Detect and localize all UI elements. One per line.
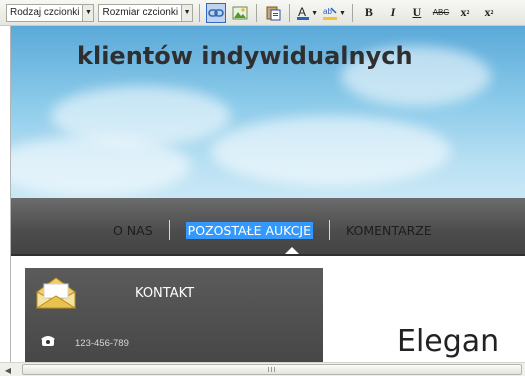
phone-icon xyxy=(41,336,55,346)
nav-item-komentarze[interactable]: KOMENTARZE xyxy=(346,223,432,238)
editor-toolbar: Rodzaj czcionki ▼ Rozmiar czcionki ▼ A ▼… xyxy=(0,0,525,26)
font-family-select[interactable]: Rodzaj czcionki ▼ xyxy=(6,3,95,22)
cloud-shape xyxy=(11,136,191,196)
chevron-down-icon[interactable]: ▼ xyxy=(181,4,193,21)
horizontal-scrollbar[interactable]: ◀ III xyxy=(0,362,525,376)
nav-list: O NAS POZOSTAŁE AUKCJE KOMENTARZE xyxy=(113,218,432,242)
scrollbar-grip: III xyxy=(267,365,277,374)
text-color-button[interactable]: A ▼ xyxy=(296,3,318,23)
nav-divider xyxy=(329,220,331,240)
subscript-button[interactable]: x2 xyxy=(455,3,475,23)
main-nav: O NAS POZOSTAŁE AUKCJE KOMENTARZE xyxy=(11,198,525,254)
chevron-down-icon[interactable]: ▼ xyxy=(82,4,94,21)
highlight-icon: ab xyxy=(323,7,337,20)
contact-box: KONTAKT 123-456-789 xyxy=(25,268,323,362)
image-icon xyxy=(232,6,248,19)
link-icon xyxy=(208,8,224,17)
envelope-icon xyxy=(35,277,77,309)
font-size-select[interactable]: Rozmiar czcionki ▼ xyxy=(98,3,194,22)
nav-underline xyxy=(11,254,525,256)
toolbar-separator xyxy=(199,3,201,22)
italic-button[interactable]: I xyxy=(383,3,403,23)
chevron-down-icon[interactable]: ▼ xyxy=(311,9,318,17)
nav-divider xyxy=(168,220,170,240)
paste-icon xyxy=(266,6,281,20)
toolbar-separator xyxy=(256,3,258,22)
editor-content-area[interactable]: klientów indywidualnych O NAS POZOSTAŁE … xyxy=(10,26,525,362)
bold-button[interactable]: B xyxy=(359,3,379,23)
text-color-icon: A xyxy=(297,5,310,20)
toolbar-separator xyxy=(351,3,353,22)
contact-title: KONTAKT xyxy=(135,286,195,301)
highlight-color-button[interactable]: ab ▼ xyxy=(322,3,346,23)
underline-button[interactable]: U xyxy=(407,3,427,23)
chevron-down-icon[interactable]: ▼ xyxy=(339,9,346,17)
cloud-shape xyxy=(211,116,451,186)
svg-text:A: A xyxy=(298,5,306,19)
banner-title: klientów indywidualnych xyxy=(77,42,413,70)
image-button[interactable] xyxy=(230,3,250,23)
nav-item-o-nas[interactable]: O NAS xyxy=(113,223,153,238)
superscript-button[interactable]: x2 xyxy=(479,3,499,23)
header-banner: klientów indywidualnych xyxy=(11,26,525,198)
active-nav-indicator xyxy=(285,247,299,254)
font-family-label: Rodzaj czcionki xyxy=(10,7,80,18)
section-heading: Elegan xyxy=(397,324,500,359)
scroll-left-icon[interactable]: ◀ xyxy=(2,364,14,376)
paste-word-button[interactable] xyxy=(263,3,283,23)
nav-item-pozostale-aukcje[interactable]: POZOSTAŁE AUKCJE xyxy=(185,221,314,239)
strikethrough-button[interactable]: ABC xyxy=(431,3,451,23)
font-size-label: Rozmiar czcionki xyxy=(102,7,179,18)
scrollbar-thumb[interactable]: III xyxy=(22,364,522,375)
toolbar-separator xyxy=(289,3,291,22)
link-button[interactable] xyxy=(206,2,227,23)
contact-phone: 123-456-789 xyxy=(75,338,129,349)
